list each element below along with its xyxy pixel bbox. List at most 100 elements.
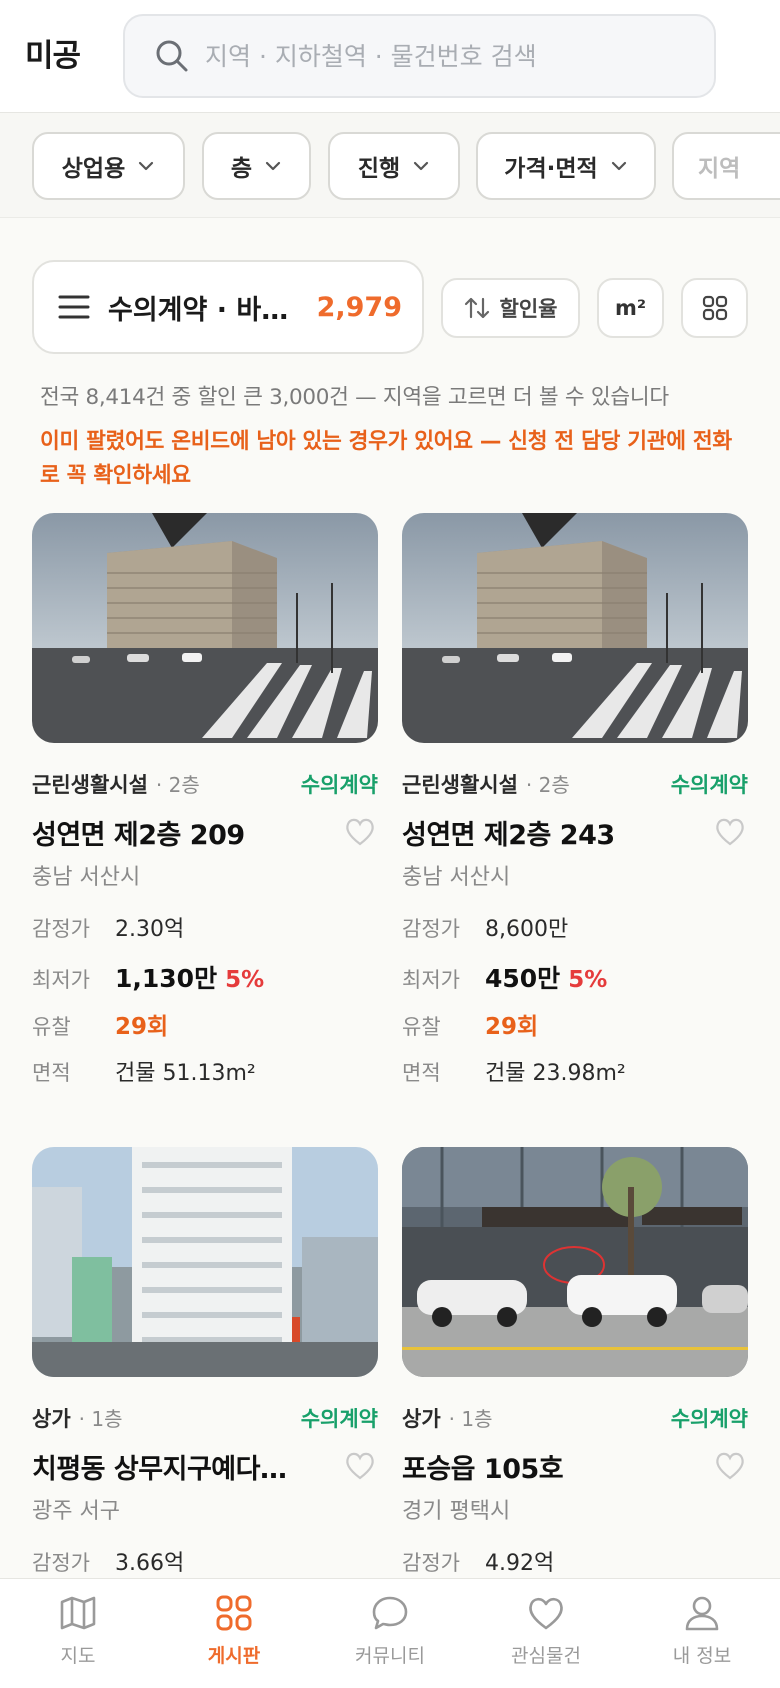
listing-title[interactable]: 치평동 상무지구예다움 1층 <box>32 1447 307 1486</box>
listing-meta: 근린생활시설 · 2층 수의계약 <box>32 769 378 799</box>
listing-region: 충남 서산시 <box>402 865 511 890</box>
nav-label: 게시판 <box>207 1645 261 1667</box>
heart-icon[interactable] <box>344 817 376 847</box>
search-input[interactable] <box>205 41 665 71</box>
appraisal-label: 감정가 <box>32 1551 90 1575</box>
heart-icon <box>529 1597 563 1630</box>
heart-icon[interactable] <box>714 1451 746 1481</box>
listing-title[interactable]: 포승읍 105호 <box>402 1447 677 1486</box>
minimum-price-value: 1,130만 <box>115 964 218 993</box>
sort-arrows-icon <box>464 297 489 319</box>
nav-item-board[interactable]: 게시판 <box>156 1579 312 1688</box>
area-row: 면적 건물 51.13m² <box>32 1055 378 1086</box>
minimum-price-value: 450만 <box>485 964 561 993</box>
list-mode-selector[interactable]: 수의계약 · 바로 살 수 있음 2,979 <box>32 260 424 354</box>
minimum-price-label: 최저가 <box>402 968 460 992</box>
nav-item-favorites[interactable]: 관심물건 <box>468 1579 624 1688</box>
area-row: 면적 건물 23.98m² <box>402 1055 748 1086</box>
chevron-down-icon <box>611 161 626 171</box>
chat-bubble-icon <box>372 1596 408 1630</box>
listing-region: 광주 서구 <box>32 1499 120 1524</box>
minimum-price-row: 최저가 1,130만 5% <box>32 959 378 993</box>
nav-label: 커뮤니티 <box>355 1645 425 1667</box>
listing-photo[interactable] <box>402 1147 748 1377</box>
listing-type: 근린생활시설 <box>402 773 518 797</box>
area-value: 건물 51.13m² <box>115 1061 256 1086</box>
listing-floor: · 1층 <box>448 1407 493 1431</box>
app-header: 미공 <box>0 0 780 113</box>
listing-meta: 상가 · 1층 수의계약 <box>32 1403 378 1433</box>
nav-item-my-info[interactable]: 내 정보 <box>624 1579 780 1688</box>
listing-type: 상가 <box>402 1407 441 1431</box>
filter-chip-label: 가격·면적 <box>504 156 598 182</box>
failed-bids-row: 유찰 29회 <box>402 1007 748 1040</box>
filter-chip-price-area[interactable]: 가격·면적 <box>476 132 656 200</box>
listing-floor: · 1층 <box>78 1407 123 1431</box>
list-mode-title: 수의계약 · 바로 살 수 있음 <box>108 294 303 326</box>
filter-chip-use[interactable]: 상업용 <box>32 132 185 200</box>
listing-region: 충남 서산시 <box>32 865 141 890</box>
filter-chip-label: 진행 <box>357 156 401 182</box>
listing-card[interactable]: 근린생활시설 · 2층 수의계약 성연면 제2층 243 충남 서산시 감정가 … <box>402 513 748 1086</box>
filter-chip-floor[interactable]: 층 <box>202 132 311 200</box>
nav-item-community[interactable]: 커뮤니티 <box>312 1579 468 1688</box>
appraisal-label: 감정가 <box>402 917 460 941</box>
listing-region: 경기 평택시 <box>402 1499 511 1524</box>
appraisal-value: 8,600만 <box>485 917 569 942</box>
view-toggle-button[interactable] <box>681 278 748 338</box>
unit-toggle-button[interactable]: m² <box>597 278 664 338</box>
appraisal-value: 2.30억 <box>115 917 185 942</box>
listing-card[interactable]: 상가 · 1층 수의계약 포승읍 105호 경기 평택시 감정가 4.92억 <box>402 1147 748 1576</box>
listing-floor: · 2층 <box>155 773 200 797</box>
nav-label: 내 정보 <box>672 1645 732 1667</box>
listing-card[interactable]: 근린생활시설 · 2층 수의계약 성연면 제2층 209 충남 서산시 감정가 … <box>32 513 378 1086</box>
listing-card[interactable]: 상가 · 1층 수의계약 치평동 상무지구예다움 1층 광주 서구 감정가 3.… <box>32 1147 378 1576</box>
search-bar[interactable] <box>123 14 716 98</box>
nav-label: 관심물건 <box>511 1645 581 1667</box>
appraisal-value: 4.92억 <box>485 1551 555 1576</box>
heart-icon[interactable] <box>344 1451 376 1481</box>
listing-status: 수의계약 <box>670 1407 748 1431</box>
list-toolbar: 수의계약 · 바로 살 수 있음 2,979 할인율 m² <box>0 258 780 358</box>
minimum-price-row: 최저가 450만 5% <box>402 959 748 993</box>
appraisal-row: 감정가 3.66억 <box>32 1545 378 1576</box>
discount-rate: 5% <box>568 967 608 993</box>
chevron-down-icon <box>139 161 154 171</box>
listing-photo[interactable] <box>32 513 378 743</box>
listing-title[interactable]: 성연면 제2층 209 <box>32 813 307 852</box>
sort-button-label: 할인율 <box>499 297 558 321</box>
appraisal-label: 감정가 <box>402 1551 460 1575</box>
area-value: 건물 23.98m² <box>485 1061 626 1086</box>
unit-label: m² <box>614 296 647 320</box>
listing-meta: 근린생활시설 · 2층 수의계약 <box>402 769 748 799</box>
filter-bar: 상업용 층 진행 가격·면적 지역 <box>0 113 780 218</box>
failed-bids-label: 유찰 <box>32 1015 71 1039</box>
chevron-down-icon <box>414 161 429 171</box>
appraisal-label: 감정가 <box>32 917 90 941</box>
filter-chip-progress[interactable]: 진행 <box>328 132 460 200</box>
filter-chip-label: 지역 <box>698 156 741 182</box>
listing-meta: 상가 · 1층 수의계약 <box>402 1403 748 1433</box>
appraisal-row: 감정가 2.30억 <box>32 911 378 942</box>
listing-title[interactable]: 성연면 제2층 243 <box>402 813 677 852</box>
hamburger-menu-icon <box>58 295 90 319</box>
failed-bids-label: 유찰 <box>402 1015 441 1039</box>
listing-photo[interactable] <box>402 513 748 743</box>
listing-status: 수의계약 <box>670 773 748 797</box>
listing-photo[interactable] <box>32 1147 378 1377</box>
area-label: 면적 <box>32 1061 71 1085</box>
grid-view-icon <box>702 295 727 321</box>
heart-icon[interactable] <box>714 817 746 847</box>
result-count: 2,979 <box>316 291 402 323</box>
map-icon <box>60 1596 96 1630</box>
filter-chip-label: 상업용 <box>61 156 126 182</box>
nav-item-map[interactable]: 지도 <box>0 1579 156 1688</box>
area-label: 면적 <box>402 1061 441 1085</box>
failed-bids-value: 29회 <box>115 1014 169 1040</box>
person-icon <box>685 1596 719 1631</box>
filter-chip-region[interactable]: 지역 <box>672 132 780 200</box>
chevron-down-icon <box>265 161 281 171</box>
sort-button[interactable]: 할인율 <box>441 278 580 338</box>
app-logo[interactable]: 미공 <box>25 30 81 75</box>
listing-type: 근린생활시설 <box>32 773 148 797</box>
